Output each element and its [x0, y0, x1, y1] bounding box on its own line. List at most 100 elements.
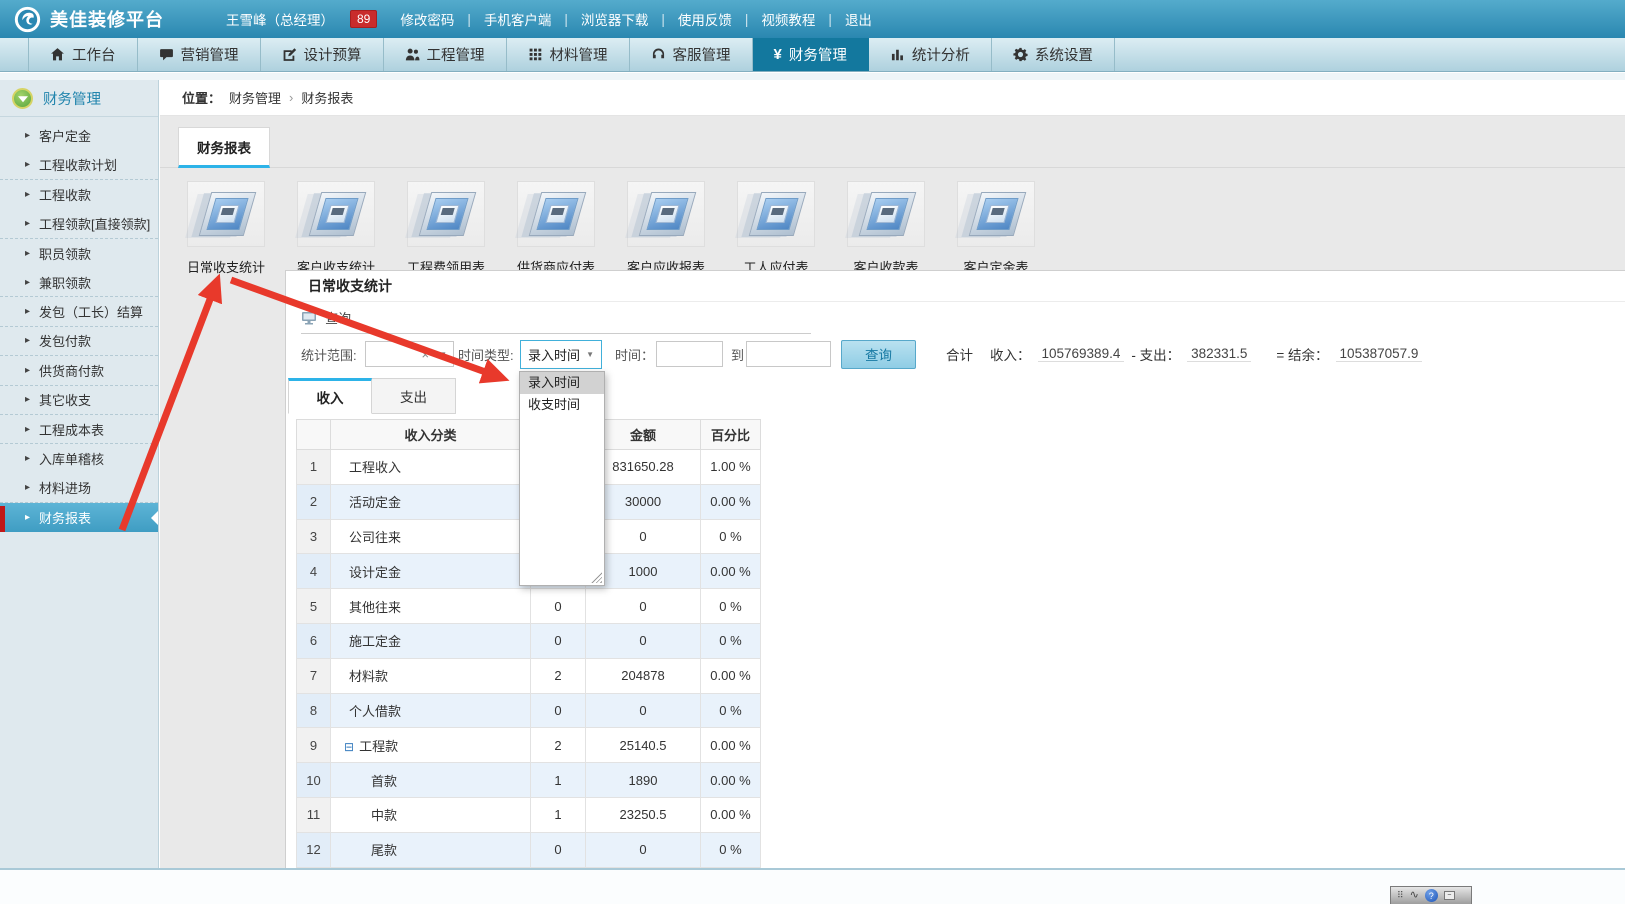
- topbar-links: 修改密码|手机客户端|浏览器下载|使用反馈|视频教程|退出: [387, 9, 885, 29]
- time-type-dropdown: 录入时间收支时间: [519, 371, 605, 586]
- collapse-icon[interactable]: ⊟: [344, 740, 354, 754]
- nav-tab-home[interactable]: 工作台: [28, 38, 138, 71]
- sidebar-item-10[interactable]: ▸工程成本表: [0, 415, 158, 444]
- sidebar-item-label: 发包（工长）结算: [39, 302, 143, 321]
- chevron-down-icon[interactable]: ▼: [439, 350, 447, 359]
- row-count: 0: [531, 623, 586, 658]
- tab-finance-report[interactable]: 财务报表: [178, 127, 270, 168]
- tab-expense[interactable]: 支出: [372, 378, 456, 414]
- report-shortcut-2[interactable]: 工程费领用表: [406, 181, 486, 276]
- notification-badge[interactable]: 89: [350, 10, 377, 28]
- users-icon: [405, 47, 420, 62]
- sidebar-header[interactable]: 财务管理: [0, 80, 158, 117]
- help-icon[interactable]: ?: [1425, 889, 1438, 902]
- tab-income[interactable]: 收入: [288, 378, 372, 414]
- row-count: 0: [531, 589, 586, 624]
- report-shortcut-0[interactable]: 日常收支统计: [186, 181, 266, 276]
- sidebar-item-7[interactable]: ▸发包付款: [0, 327, 158, 356]
- nav-tab-yen[interactable]: ¥财务管理: [753, 38, 869, 71]
- report-shortcut-4[interactable]: 客户应收报表: [626, 181, 706, 276]
- topbar-link-4[interactable]: 视频教程: [748, 9, 828, 29]
- grid-dots-icon[interactable]: ⠿: [1397, 891, 1404, 900]
- report-3d-icon: [517, 181, 595, 247]
- nav-tab-edit[interactable]: 设计预算: [261, 38, 384, 71]
- time-type-label: 时间类型:: [458, 337, 514, 371]
- dropdown-option-0[interactable]: 录入时间: [520, 372, 604, 394]
- search-button[interactable]: 查询: [841, 340, 916, 369]
- toolbar-divider: [301, 333, 811, 334]
- gear-icon: [1013, 47, 1028, 62]
- report-shortcut-7[interactable]: 客户定金表: [956, 181, 1036, 276]
- separator: |: [828, 12, 832, 27]
- nav-tab-chart[interactable]: 统计分析: [869, 38, 992, 71]
- sidebar-item-1[interactable]: ▸工程收款计划: [0, 150, 158, 179]
- clear-icon[interactable]: ×: [421, 347, 429, 362]
- row-count: 1: [531, 763, 586, 798]
- table-row[interactable]: 5其他往来000 %: [297, 589, 761, 624]
- category-text: 施工定金: [349, 634, 401, 649]
- sidebar-item-12[interactable]: ▸材料进场: [0, 474, 158, 503]
- time-type-select[interactable]: 录入时间 ▼: [520, 340, 602, 369]
- dropdown-option-1[interactable]: 收支时间: [520, 394, 604, 416]
- sidebar-item-4[interactable]: ▸职员领款: [0, 239, 158, 268]
- category-text: 尾款: [371, 843, 397, 858]
- row-category: 中款: [331, 797, 531, 832]
- row-percent: 0.00 %: [701, 554, 761, 589]
- topbar-link-5[interactable]: 退出: [832, 9, 885, 29]
- main-nav: 工作台营销管理设计预算工程管理材料管理客服管理¥财务管理 统计分析 系统设置: [0, 38, 1625, 72]
- report-shortcut-6[interactable]: 客户收款表: [846, 181, 926, 276]
- time-from-input[interactable]: [656, 341, 723, 367]
- sidebar-item-13[interactable]: ▸财务报表: [0, 503, 158, 532]
- sidebar-item-2[interactable]: ▸工程收款: [0, 180, 158, 209]
- sidebar-item-5[interactable]: ▸兼职领款: [0, 268, 158, 297]
- table-row[interactable]: 11中款123250.50.00 %: [297, 797, 761, 832]
- row-amount: 0: [586, 832, 701, 867]
- nav-tab-gear[interactable]: 系统设置: [992, 38, 1115, 71]
- sidebar-item-3[interactable]: ▸工程领款[直接领款]: [0, 209, 158, 238]
- row-percent: 0 %: [701, 693, 761, 728]
- sidebar-item-label: 客户定金: [39, 126, 91, 145]
- range-combobox[interactable]: × ▼: [365, 341, 454, 367]
- table-row[interactable]: 10首款118900.00 %: [297, 763, 761, 798]
- table-row[interactable]: 8个人借款000 %: [297, 693, 761, 728]
- report-shortcut-3[interactable]: 供货商应付表: [516, 181, 596, 276]
- sidebar-item-8[interactable]: ▸供货商付款: [0, 356, 158, 385]
- user-name[interactable]: 王雪峰（总经理）: [226, 9, 334, 29]
- sidebar-item-0[interactable]: ▸客户定金: [0, 121, 158, 150]
- nav-tab-label: 统计分析: [912, 44, 970, 65]
- table-row[interactable]: 6施工定金000 %: [297, 623, 761, 658]
- topbar-link-1[interactable]: 手机客户端: [471, 9, 565, 29]
- triangle-right-icon: ▸: [25, 453, 30, 464]
- nav-tab-users[interactable]: 工程管理: [384, 38, 507, 71]
- topbar-link-0[interactable]: 修改密码: [387, 9, 467, 29]
- report-shortcut-1[interactable]: 客户收支统计: [296, 181, 376, 276]
- sidebar-item-6[interactable]: ▸ 发包（工长）结算: [0, 297, 158, 326]
- time-to-input[interactable]: [746, 341, 831, 367]
- row-category: 首款: [331, 763, 531, 798]
- report-3d-icon: [957, 181, 1035, 247]
- nav-tab-headset[interactable]: 客服管理: [630, 38, 753, 71]
- triangle-right-icon: ▸: [25, 248, 30, 259]
- topbar-link-2[interactable]: 浏览器下载: [568, 9, 662, 29]
- row-percent: 0.00 %: [701, 763, 761, 798]
- triangle-right-icon: ▸: [25, 335, 30, 346]
- breadcrumb-item-1[interactable]: 财务报表: [301, 88, 353, 107]
- minimize-icon[interactable]: −: [1444, 891, 1455, 900]
- triangle-right-icon: ▸: [25, 306, 30, 317]
- sidebar: 财务管理 ▸客户定金▸工程收款计划▸工程收款▸工程领款[直接领款]▸职员领款▸兼…: [0, 80, 159, 868]
- curve-icon[interactable]: ∿: [1410, 890, 1419, 901]
- topbar-link-3[interactable]: 使用反馈: [665, 9, 745, 29]
- row-category: 公司往来: [331, 519, 531, 554]
- category-text: 活动定金: [349, 495, 401, 510]
- breadcrumb-item-0[interactable]: 财务管理: [229, 88, 281, 107]
- sidebar-item-9[interactable]: ▸其它收支: [0, 386, 158, 415]
- report-shortcut-5[interactable]: 工人应付表: [736, 181, 816, 276]
- nav-tab-chat[interactable]: 营销管理: [138, 38, 261, 71]
- table-row[interactable]: 9⊟工程款225140.50.00 %: [297, 728, 761, 763]
- sidebar-item-11[interactable]: ▸入库单稽核: [0, 444, 158, 473]
- table-row[interactable]: 12尾款000 %: [297, 832, 761, 867]
- nav-tab-grid[interactable]: 材料管理: [507, 38, 630, 71]
- table-row[interactable]: 7材料款22048780.00 %: [297, 658, 761, 693]
- resize-handle-icon[interactable]: [591, 572, 602, 583]
- row-index: 5: [297, 589, 331, 624]
